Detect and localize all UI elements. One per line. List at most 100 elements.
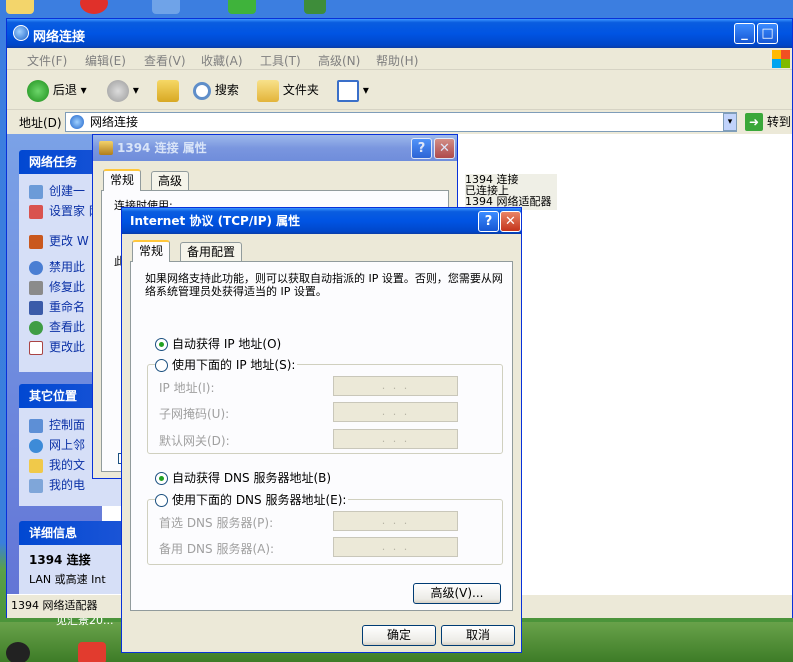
- menu-edit[interactable]: 编辑(E): [85, 52, 126, 69]
- ip-auto-radio-dot: [155, 338, 168, 351]
- connection-properties-title: 1394 连接 属性: [117, 141, 207, 155]
- desktop-icon-installer[interactable]: [152, 0, 180, 14]
- subnet-mask-label: 子网掩码(U):: [159, 407, 230, 421]
- properties-close-button[interactable]: ✕: [434, 138, 455, 159]
- maximize-button[interactable]: □: [757, 23, 778, 44]
- search-icon: [193, 81, 211, 100]
- rename-icon: [29, 300, 43, 315]
- place-my-computer[interactable]: 我的电: [29, 476, 85, 493]
- ip-auto-radio[interactable]: 自动获得 IP 地址(O): [155, 335, 281, 352]
- address-input[interactable]: 网络连接: [65, 112, 737, 132]
- dns-auto-radio-dot: [155, 472, 168, 485]
- tcpip-title: Internet 协议 (TCP/IP) 属性: [130, 214, 301, 228]
- desktop-icon-app[interactable]: [78, 642, 106, 662]
- tcpip-properties-dialog: Internet 协议 (TCP/IP) 属性 ? ✕ 常规 备用配置 如果网络…: [121, 207, 522, 653]
- repair-icon: [29, 280, 43, 295]
- ip-address-field[interactable]: . . .: [333, 376, 458, 396]
- menu-help[interactable]: 帮助(H): [376, 52, 418, 69]
- windows-logo-icon: [772, 50, 790, 68]
- tcpip-close-button[interactable]: ✕: [500, 211, 521, 232]
- dns-manual-radio-dot: [155, 494, 168, 507]
- cancel-button[interactable]: 取消: [441, 625, 515, 646]
- preferred-dns-label: 首选 DNS 服务器(P):: [159, 516, 274, 530]
- control-panel-icon: [29, 418, 43, 433]
- views-icon: [337, 79, 359, 102]
- connection-properties-titlebar[interactable]: 1394 连接 属性: [93, 135, 457, 161]
- alternate-dns-field[interactable]: . . .: [333, 537, 458, 557]
- folder-icon: [257, 79, 279, 102]
- minimize-button[interactable]: _: [734, 23, 755, 44]
- address-bar: 地址(D) 网络连接 ▾ ➜ 转到: [7, 110, 792, 134]
- preferred-dns-field[interactable]: . . .: [333, 511, 458, 531]
- up-folder-icon: [157, 79, 179, 102]
- tab-general[interactable]: 常规: [132, 240, 171, 262]
- window-title: 网络连接: [33, 30, 86, 45]
- desktop-icon-folder[interactable]: [6, 0, 34, 14]
- details-type: LAN 或高速 Int: [29, 573, 106, 586]
- desktop-icon-media[interactable]: [80, 0, 108, 14]
- menu-tools[interactable]: 工具(T): [260, 52, 301, 69]
- place-network-places[interactable]: 网上邻: [29, 436, 85, 453]
- firewall-icon: [29, 234, 43, 249]
- dns-auto-radio[interactable]: 自动获得 DNS 服务器地址(B): [155, 469, 331, 486]
- tcpip-titlebar[interactable]: Internet 协议 (TCP/IP) 属性: [122, 208, 521, 234]
- views-button[interactable]: ▾: [337, 78, 369, 102]
- menu-file[interactable]: 文件(F): [27, 52, 67, 69]
- create-icon: [29, 184, 43, 199]
- connection-item[interactable]: 1394 连接 已连接上 1394 网络适配器: [465, 174, 557, 210]
- forward-arrow-icon: [107, 79, 129, 102]
- place-my-documents[interactable]: 我的文: [29, 456, 85, 473]
- go-button[interactable]: ➜ 转到: [745, 113, 791, 131]
- status-icon: [29, 320, 43, 335]
- task-disable[interactable]: 禁用此: [29, 258, 85, 275]
- connection-device: 1394 网络适配器: [465, 195, 552, 208]
- menu-favorites[interactable]: 收藏(A): [201, 52, 243, 69]
- connection-properties-icon: [99, 141, 113, 155]
- forward-button[interactable]: ▾: [107, 78, 139, 102]
- my-documents-icon: [29, 458, 43, 473]
- task-repair[interactable]: 修复此: [29, 278, 85, 295]
- alternate-dns-label: 备用 DNS 服务器(A):: [159, 542, 275, 556]
- advanced-button[interactable]: 高级(V)...: [413, 583, 501, 604]
- desktop-icon-qq[interactable]: [6, 642, 30, 662]
- default-gateway-label: 默认网关(D):: [159, 434, 230, 448]
- tcpip-general-panel: 如果网络支持此功能，则可以获取自动指派的 IP 设置。否则，您需要从网络系统管理…: [130, 261, 513, 611]
- place-control-panel[interactable]: 控制面: [29, 416, 85, 433]
- menu-bar: 文件(F) 编辑(E) 查看(V) 收藏(A) 工具(T) 高级(N) 帮助(H…: [7, 48, 792, 70]
- details-name: 1394 连接: [29, 553, 91, 567]
- up-folder-button[interactable]: [157, 78, 179, 102]
- tab-general[interactable]: 常规: [103, 169, 142, 191]
- address-network-icon: [70, 115, 84, 129]
- menu-view[interactable]: 查看(V): [144, 52, 186, 69]
- desktop-icon-excel[interactable]: [304, 0, 326, 14]
- address-label: 地址(D): [19, 116, 62, 130]
- back-button[interactable]: 后退 ▾: [27, 78, 87, 102]
- window-titlebar[interactable]: 网络连接 _ □: [7, 19, 792, 48]
- menu-advanced[interactable]: 高级(N): [318, 52, 360, 69]
- tab-advanced[interactable]: 高级: [151, 171, 190, 191]
- task-rename[interactable]: 重命名: [29, 298, 85, 315]
- folders-button[interactable]: 文件夹: [257, 78, 319, 102]
- task-change-settings[interactable]: 更改此: [29, 338, 85, 355]
- task-create-connection[interactable]: 创建一: [29, 182, 85, 199]
- task-view-status[interactable]: 查看此: [29, 318, 85, 335]
- ip-address-label: IP 地址(I):: [159, 381, 215, 395]
- search-button[interactable]: 搜索: [193, 78, 239, 102]
- ok-button[interactable]: 确定: [362, 625, 436, 646]
- default-gateway-field[interactable]: . . .: [333, 429, 458, 449]
- subnet-mask-field[interactable]: . . .: [333, 402, 458, 422]
- tab-alternate-config[interactable]: 备用配置: [180, 242, 243, 262]
- my-computer-icon: [29, 478, 43, 493]
- tcpip-description: 如果网络支持此功能，则可以获取自动指派的 IP 设置。否则，您需要从网络系统管理…: [145, 272, 503, 298]
- settings-check-icon: [29, 340, 43, 355]
- desktop-icon-addremove[interactable]: [228, 0, 256, 14]
- tcpip-help-button[interactable]: ?: [478, 211, 499, 232]
- dns-manual-radio[interactable]: 使用下面的 DNS 服务器地址(E):: [155, 491, 349, 508]
- toolbar: 后退 ▾ ▾ 搜索 文件夹 ▾: [7, 70, 792, 110]
- properties-help-button[interactable]: ?: [411, 138, 432, 159]
- go-arrow-icon: ➜: [745, 113, 763, 131]
- ip-manual-radio-dot: [155, 359, 168, 372]
- ip-manual-radio[interactable]: 使用下面的 IP 地址(S):: [155, 356, 298, 373]
- address-dropdown-button[interactable]: ▾: [723, 113, 737, 131]
- network-places-icon: [29, 438, 43, 453]
